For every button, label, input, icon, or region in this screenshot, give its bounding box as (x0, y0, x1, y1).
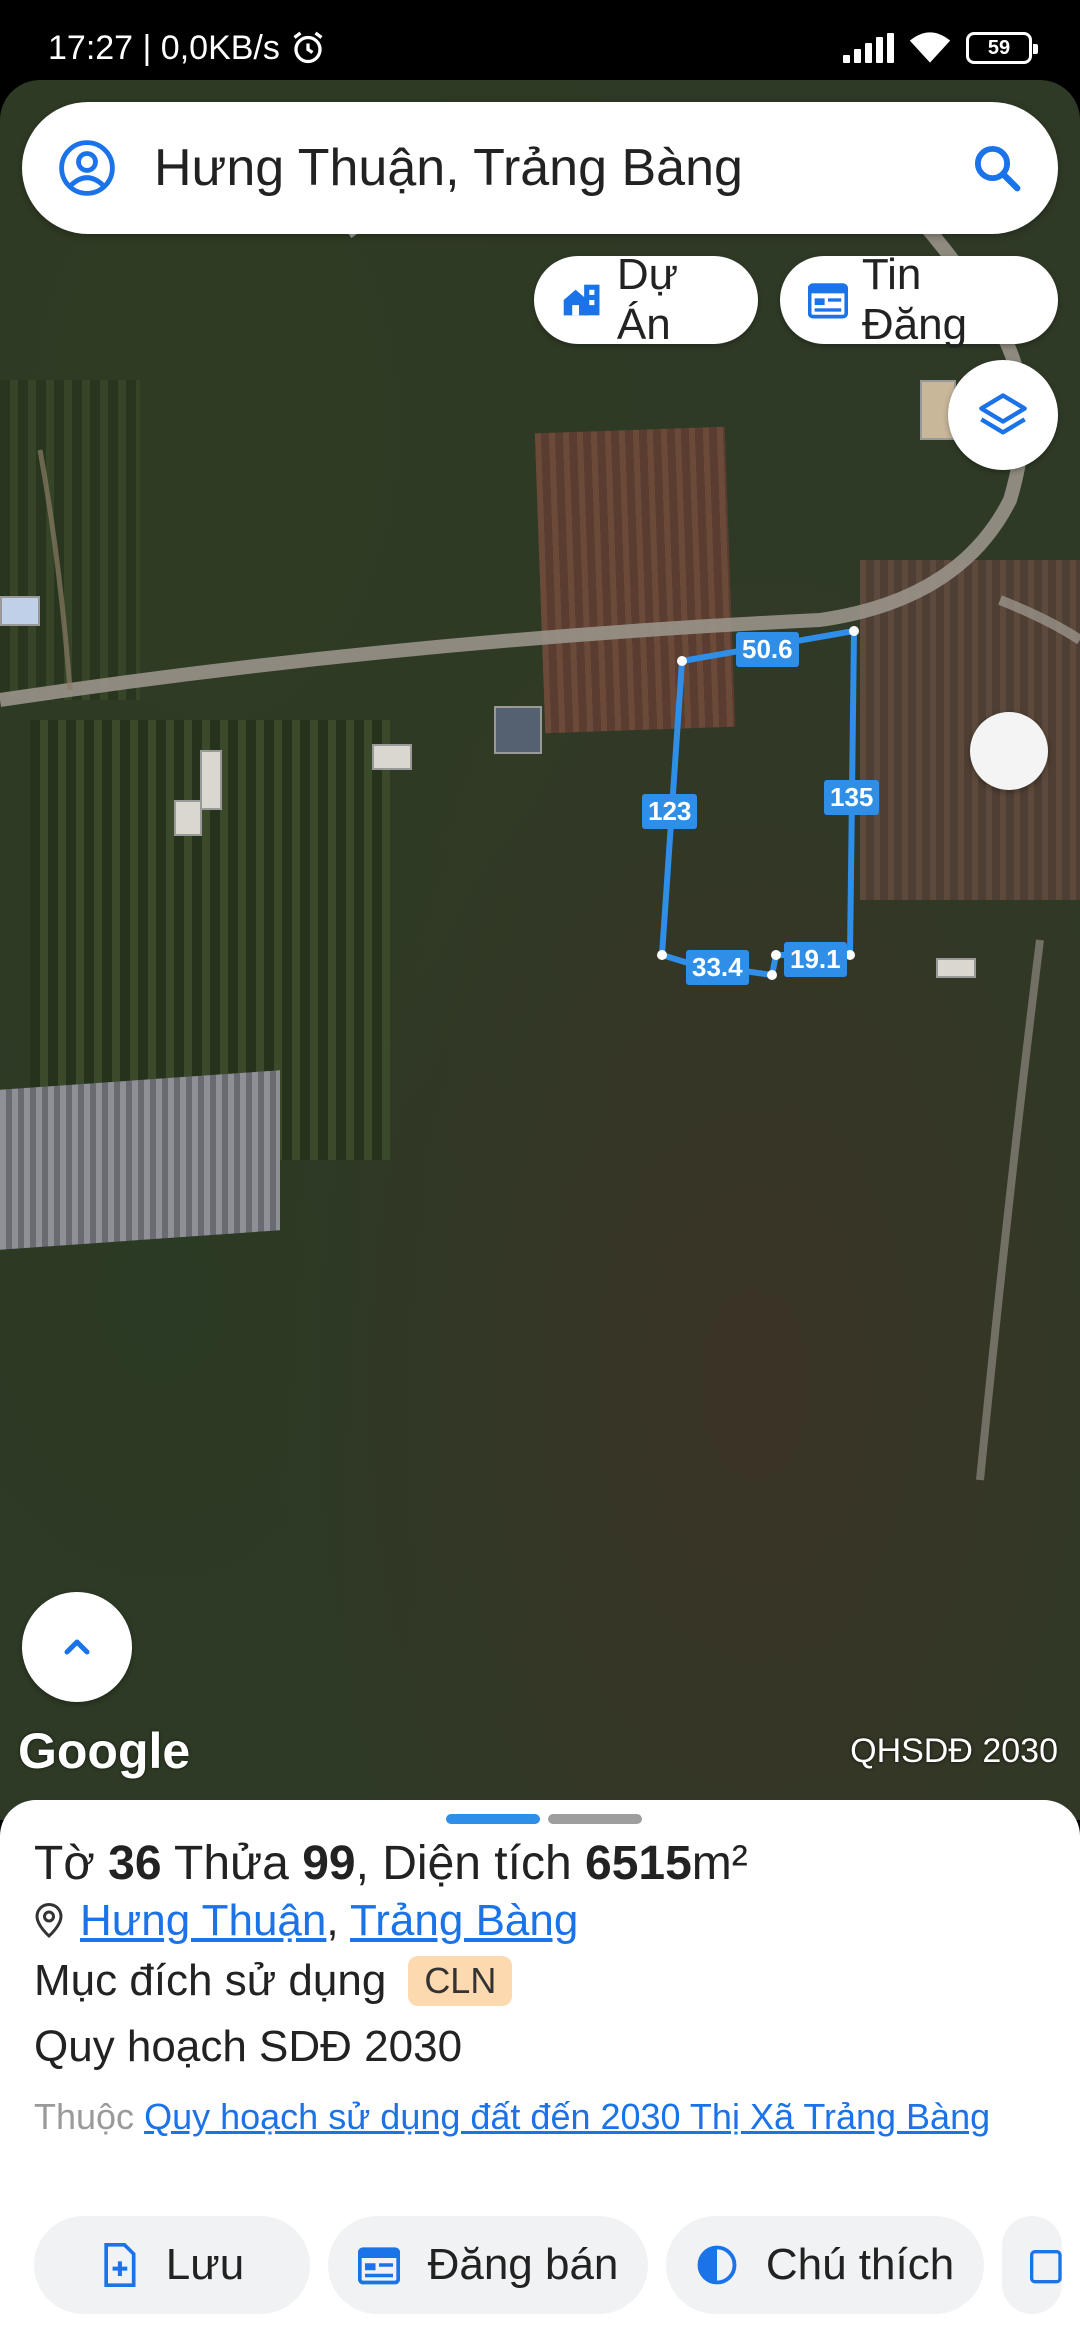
expand-up-button[interactable] (22, 1592, 132, 1702)
projects-chip[interactable]: Dự Án (534, 250, 758, 349)
belongs-prefix: Thuộc (34, 2096, 135, 2137)
listings-chip-label: Tin Đăng (861, 250, 968, 349)
post-sale-button-label: Đăng bán (427, 2240, 619, 2289)
sheet-page-indicator (446, 1814, 642, 1824)
parcel-info-sheet[interactable]: Tờ 36 Thửa 99, Diện tích 6515m² Hưng Thu… (0, 1800, 1080, 2340)
side-drag-handle[interactable] (970, 712, 1048, 790)
account-icon[interactable] (58, 139, 116, 197)
alarm-icon (293, 31, 323, 64)
parcel-number: 99 (302, 1837, 356, 1890)
area-label: , Diện tích (355, 1837, 572, 1890)
purpose-badge[interactable]: CLN (408, 1956, 513, 2006)
map-layer-tag: QHSDĐ 2030 (850, 1732, 1058, 1770)
area-unit: m² (691, 1837, 748, 1890)
sheet-number: 36 (108, 1837, 162, 1890)
plan-reference: Thuộc Quy hoạch sử dụng đất đến 2030 Thị… (34, 2090, 1044, 2144)
battery-icon: 59 (966, 32, 1038, 64)
search-icon[interactable] (970, 141, 1024, 195)
edge-length-label: 123 (642, 794, 698, 829)
legend-button[interactable]: Chú thích (666, 2216, 984, 2314)
area-value: 6515 (585, 1837, 692, 1890)
action-bar: Lưu Đăng bán Chú thích (34, 2216, 1062, 2314)
building-icon (563, 284, 600, 316)
edge-length-label: 135 (824, 780, 880, 815)
commune-link[interactable]: Hưng Thuận (80, 1896, 326, 1945)
indicator-active (446, 1814, 540, 1824)
edge-length-label: 33.4 (686, 950, 749, 985)
post-sale-button[interactable]: Đăng bán (328, 2216, 648, 2314)
wifi-icon (909, 32, 951, 63)
projects-chip-label: Dự Án (616, 250, 679, 349)
land-use-purpose: Mục đích sử dụng CLN (34, 1956, 513, 2006)
edge-length-label: 19.1 (784, 942, 847, 977)
contrast-icon (697, 2245, 737, 2285)
map-pin-icon (35, 1903, 63, 1938)
purpose-label: Mục đích sử dụng (34, 1956, 387, 2005)
location-line: Hưng Thuận, Trảng Bàng (34, 1896, 578, 1946)
more-actions-button[interactable] (1002, 2216, 1062, 2314)
save-button[interactable]: Lưu (34, 2216, 310, 2314)
listings-chip[interactable]: Tin Đăng (780, 250, 1058, 349)
indicator-inactive (548, 1814, 642, 1824)
calendar-add-icon (1030, 2250, 1062, 2284)
file-add-icon (104, 2243, 136, 2287)
plan-title: Quy hoạch SDĐ 2030 (34, 2022, 463, 2071)
edge-length-label: 50.6 (736, 632, 799, 667)
plan-reference-link[interactable]: Quy hoạch sử dụng đất đến 2030 Thị Xã Tr… (144, 2096, 990, 2137)
sheet-label: Tờ (34, 1837, 95, 1890)
parcel-label: Thửa (174, 1837, 289, 1890)
legend-button-label: Chú thích (765, 2240, 955, 2289)
district-link[interactable]: Trảng Bàng (350, 1896, 578, 1945)
save-button-label: Lưu (165, 2240, 245, 2289)
search-bar[interactable]: Hưng Thuận, Trảng Bàng (22, 102, 1058, 234)
layers-icon (979, 393, 1027, 435)
listing-icon (357, 2247, 400, 2285)
listing-icon (808, 283, 848, 319)
parcel-summary: Tờ 36 Thửa 99, Diện tích 6515m² (34, 1836, 748, 1891)
search-input[interactable]: Hưng Thuận, Trảng Bàng (154, 138, 970, 198)
google-attribution: Google (18, 1723, 191, 1779)
chevron-up-icon (64, 1639, 90, 1655)
battery-level: 59 (987, 36, 1011, 59)
layers-button[interactable] (948, 360, 1058, 470)
cell-signal-icon (843, 33, 894, 63)
status-time: 17:27 | 0,0KB/s (48, 28, 280, 67)
